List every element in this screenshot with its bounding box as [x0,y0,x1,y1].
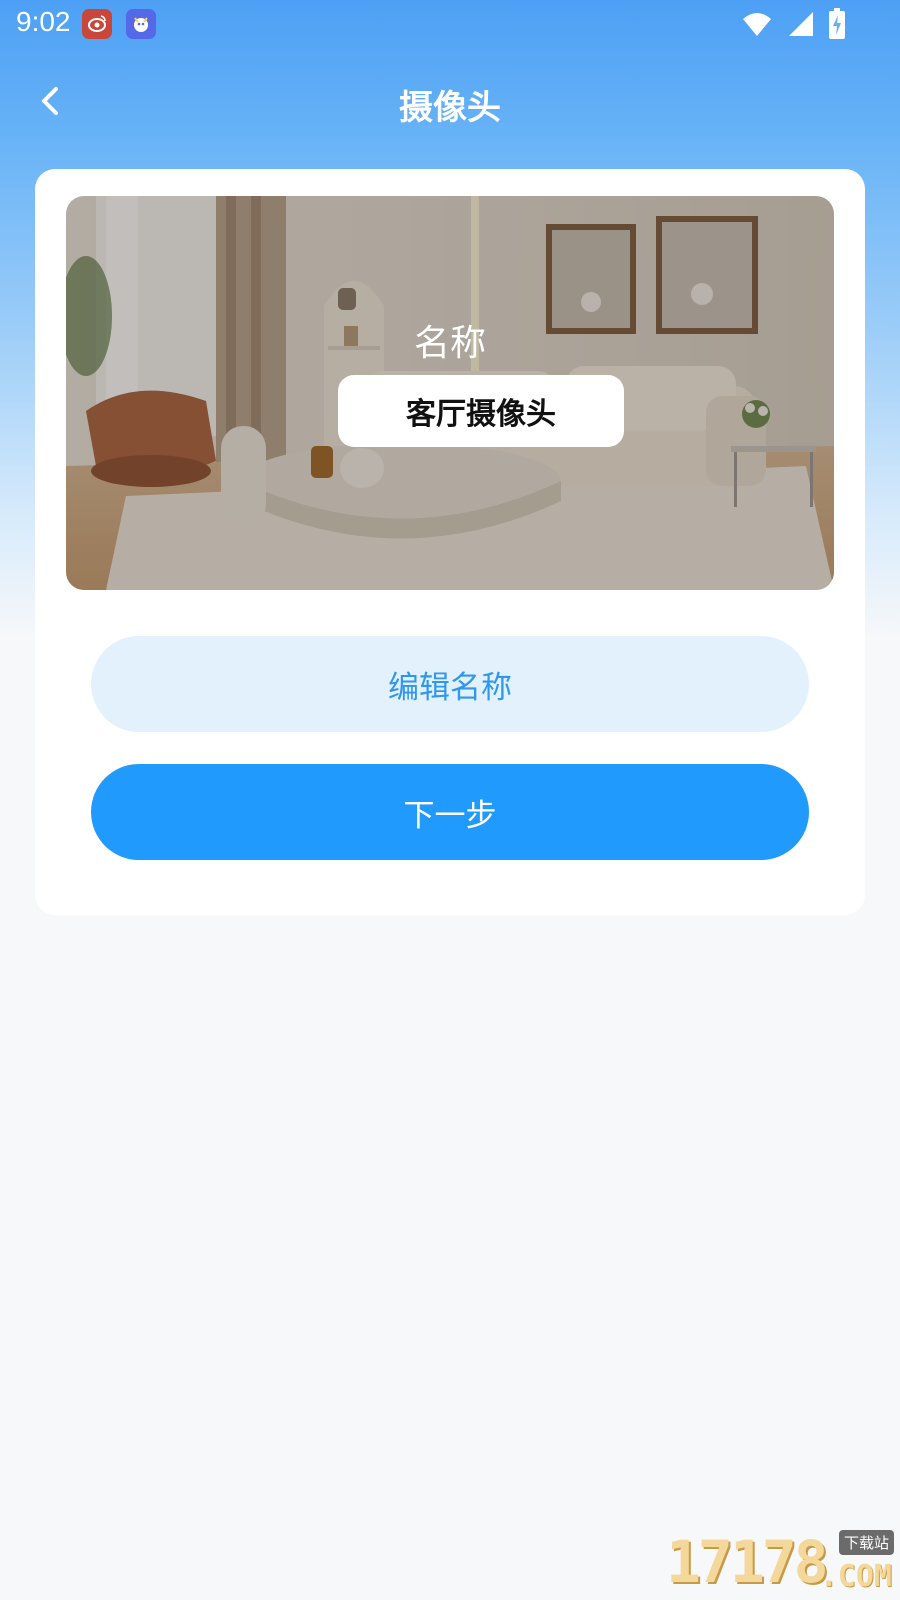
camera-card: 名称 客厅摄像头 编辑名称 下一步 [35,169,865,915]
signal-icon [789,12,813,36]
page-title: 摄像头 [399,88,501,128]
next-step-button[interactable]: 下一步 [91,764,809,860]
watermark-number: 17178 [666,1528,829,1596]
header: 摄像头 [0,62,900,144]
wifi-icon [743,13,771,36]
edit-name-button[interactable]: 编辑名称 [91,636,809,732]
battery-charging-icon [829,8,845,39]
camera-preview-image: 名称 客厅摄像头 [66,196,834,590]
name-label: 名称 [413,323,486,364]
watermark-domain: .COM [819,1559,892,1594]
bird-app-icon [126,9,156,39]
status-bar: 9:02 [0,0,900,48]
device-name-display: 客厅摄像头 [338,375,624,447]
weibo-app-icon [82,9,112,39]
status-time: 9:02 [16,6,71,37]
watermark-badge: 下载站 [838,1530,894,1555]
site-watermark: 17178 下载站 .COM [666,1528,896,1596]
